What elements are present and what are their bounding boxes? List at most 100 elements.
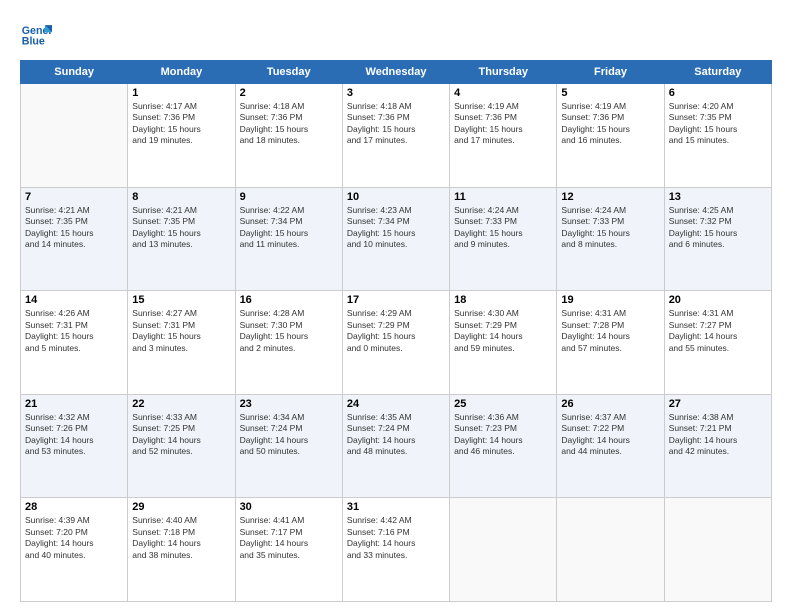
- day-info: Sunrise: 4:27 AMSunset: 7:31 PMDaylight:…: [132, 308, 230, 354]
- calendar-cell: 16 Sunrise: 4:28 AMSunset: 7:30 PMDayligh…: [235, 291, 342, 395]
- calendar-cell: 4 Sunrise: 4:19 AMSunset: 7:36 PMDaylight…: [450, 84, 557, 188]
- header: General Blue: [20, 18, 772, 50]
- day-info: Sunrise: 4:19 AMSunset: 7:36 PMDaylight:…: [454, 101, 552, 147]
- day-number: 28: [25, 501, 123, 513]
- day-info: Sunrise: 4:21 AMSunset: 7:35 PMDaylight:…: [132, 205, 230, 251]
- day-info: Sunrise: 4:31 AMSunset: 7:28 PMDaylight:…: [561, 308, 659, 354]
- day-number: 16: [240, 294, 338, 306]
- day-info: Sunrise: 4:18 AMSunset: 7:36 PMDaylight:…: [347, 101, 445, 147]
- weekday-sunday: Sunday: [21, 61, 128, 84]
- day-number: 15: [132, 294, 230, 306]
- day-info: Sunrise: 4:38 AMSunset: 7:21 PMDaylight:…: [669, 412, 767, 458]
- calendar-cell: [21, 84, 128, 188]
- day-number: 22: [132, 398, 230, 410]
- day-info: Sunrise: 4:32 AMSunset: 7:26 PMDaylight:…: [25, 412, 123, 458]
- week-row-5: 28Sunrise: 4:39 AMSunset: 7:20 PMDayligh…: [21, 498, 772, 602]
- day-number: 26: [561, 398, 659, 410]
- calendar-cell: 29 Sunrise: 4:40 AMSunset: 7:18 PMDayligh…: [128, 498, 235, 602]
- weekday-wednesday: Wednesday: [342, 61, 449, 84]
- calendar-cell: 1 Sunrise: 4:17 AMSunset: 7:36 PMDaylight…: [128, 84, 235, 188]
- day-number: 25: [454, 398, 552, 410]
- day-info: Sunrise: 4:36 AMSunset: 7:23 PMDaylight:…: [454, 412, 552, 458]
- calendar-cell: 21 Sunrise: 4:32 AMSunset: 7:26 PMDayligh…: [21, 394, 128, 498]
- day-number: 8: [132, 191, 230, 203]
- day-number: 21: [25, 398, 123, 410]
- day-info: Sunrise: 4:34 AMSunset: 7:24 PMDaylight:…: [240, 412, 338, 458]
- day-number: 27: [669, 398, 767, 410]
- day-info: Sunrise: 4:41 AMSunset: 7:17 PMDaylight:…: [240, 515, 338, 561]
- page: General Blue SundayMondayTuesdayWednesda…: [0, 0, 792, 612]
- day-number: 11: [454, 191, 552, 203]
- calendar-cell: 11 Sunrise: 4:24 AMSunset: 7:33 PMDayligh…: [450, 187, 557, 291]
- day-info: Sunrise: 4:24 AMSunset: 7:33 PMDaylight:…: [454, 205, 552, 251]
- day-number: 31: [347, 501, 445, 513]
- calendar-cell: 31 Sunrise: 4:42 AMSunset: 7:16 PMDayligh…: [342, 498, 449, 602]
- day-number: 30: [240, 501, 338, 513]
- calendar-cell: 22 Sunrise: 4:33 AMSunset: 7:25 PMDayligh…: [128, 394, 235, 498]
- day-number: 20: [669, 294, 767, 306]
- day-info: Sunrise: 4:30 AMSunset: 7:29 PMDaylight:…: [454, 308, 552, 354]
- day-info: Sunrise: 4:23 AMSunset: 7:34 PMDaylight:…: [347, 205, 445, 251]
- day-number: 17: [347, 294, 445, 306]
- day-number: 24: [347, 398, 445, 410]
- day-number: 14: [25, 294, 123, 306]
- calendar-cell: 28Sunrise: 4:39 AMSunset: 7:20 PMDayligh…: [21, 498, 128, 602]
- svg-text:Blue: Blue: [22, 36, 45, 48]
- calendar-cell: 6 Sunrise: 4:20 AMSunset: 7:35 PMDaylight…: [664, 84, 771, 188]
- day-info: Sunrise: 4:29 AMSunset: 7:29 PMDaylight:…: [347, 308, 445, 354]
- week-row-1: 1 Sunrise: 4:17 AMSunset: 7:36 PMDaylight…: [21, 84, 772, 188]
- day-info: Sunrise: 4:17 AMSunset: 7:36 PMDaylight:…: [132, 101, 230, 147]
- day-info: Sunrise: 4:28 AMSunset: 7:30 PMDaylight:…: [240, 308, 338, 354]
- calendar-cell: 23 Sunrise: 4:34 AMSunset: 7:24 PMDayligh…: [235, 394, 342, 498]
- day-info: Sunrise: 4:26 AMSunset: 7:31 PMDaylight:…: [25, 308, 123, 354]
- calendar-cell: [450, 498, 557, 602]
- calendar-cell: 26 Sunrise: 4:37 AMSunset: 7:22 PMDayligh…: [557, 394, 664, 498]
- calendar-cell: 30 Sunrise: 4:41 AMSunset: 7:17 PMDayligh…: [235, 498, 342, 602]
- weekday-saturday: Saturday: [664, 61, 771, 84]
- day-info: Sunrise: 4:40 AMSunset: 7:18 PMDaylight:…: [132, 515, 230, 561]
- day-number: 13: [669, 191, 767, 203]
- day-number: 29: [132, 501, 230, 513]
- logo-icon: General Blue: [20, 18, 52, 50]
- day-info: Sunrise: 4:37 AMSunset: 7:22 PMDaylight:…: [561, 412, 659, 458]
- day-info: Sunrise: 4:18 AMSunset: 7:36 PMDaylight:…: [240, 101, 338, 147]
- day-number: 7: [25, 191, 123, 203]
- calendar-table: SundayMondayTuesdayWednesdayThursdayFrid…: [20, 60, 772, 602]
- day-info: Sunrise: 4:21 AMSunset: 7:35 PMDaylight:…: [25, 205, 123, 251]
- day-number: 1: [132, 87, 230, 99]
- day-number: 12: [561, 191, 659, 203]
- weekday-thursday: Thursday: [450, 61, 557, 84]
- calendar-cell: 14 Sunrise: 4:26 AMSunset: 7:31 PMDayligh…: [21, 291, 128, 395]
- day-info: Sunrise: 4:31 AMSunset: 7:27 PMDaylight:…: [669, 308, 767, 354]
- calendar-cell: 10 Sunrise: 4:23 AMSunset: 7:34 PMDayligh…: [342, 187, 449, 291]
- calendar-cell: 12Sunrise: 4:24 AMSunset: 7:33 PMDayligh…: [557, 187, 664, 291]
- day-info: Sunrise: 4:35 AMSunset: 7:24 PMDaylight:…: [347, 412, 445, 458]
- day-number: 23: [240, 398, 338, 410]
- logo: General Blue: [20, 18, 56, 50]
- day-info: Sunrise: 4:42 AMSunset: 7:16 PMDaylight:…: [347, 515, 445, 561]
- day-number: 2: [240, 87, 338, 99]
- calendar-cell: 9Sunrise: 4:22 AMSunset: 7:34 PMDaylight…: [235, 187, 342, 291]
- week-row-3: 14 Sunrise: 4:26 AMSunset: 7:31 PMDayligh…: [21, 291, 772, 395]
- day-info: Sunrise: 4:22 AMSunset: 7:34 PMDaylight:…: [240, 205, 338, 251]
- day-info: Sunrise: 4:20 AMSunset: 7:35 PMDaylight:…: [669, 101, 767, 147]
- day-number: 5: [561, 87, 659, 99]
- weekday-friday: Friday: [557, 61, 664, 84]
- calendar-cell: 2 Sunrise: 4:18 AMSunset: 7:36 PMDaylight…: [235, 84, 342, 188]
- day-info: Sunrise: 4:19 AMSunset: 7:36 PMDaylight:…: [561, 101, 659, 147]
- weekday-monday: Monday: [128, 61, 235, 84]
- day-info: Sunrise: 4:33 AMSunset: 7:25 PMDaylight:…: [132, 412, 230, 458]
- calendar-cell: 7 Sunrise: 4:21 AMSunset: 7:35 PMDaylight…: [21, 187, 128, 291]
- day-number: 6: [669, 87, 767, 99]
- day-number: 3: [347, 87, 445, 99]
- calendar-cell: 19Sunrise: 4:31 AMSunset: 7:28 PMDayligh…: [557, 291, 664, 395]
- day-number: 4: [454, 87, 552, 99]
- calendar-cell: 5 Sunrise: 4:19 AMSunset: 7:36 PMDaylight…: [557, 84, 664, 188]
- day-number: 18: [454, 294, 552, 306]
- calendar-cell: 13Sunrise: 4:25 AMSunset: 7:32 PMDayligh…: [664, 187, 771, 291]
- calendar-cell: 15 Sunrise: 4:27 AMSunset: 7:31 PMDayligh…: [128, 291, 235, 395]
- week-row-2: 7 Sunrise: 4:21 AMSunset: 7:35 PMDaylight…: [21, 187, 772, 291]
- calendar-cell: [557, 498, 664, 602]
- week-row-4: 21 Sunrise: 4:32 AMSunset: 7:26 PMDayligh…: [21, 394, 772, 498]
- day-number: 10: [347, 191, 445, 203]
